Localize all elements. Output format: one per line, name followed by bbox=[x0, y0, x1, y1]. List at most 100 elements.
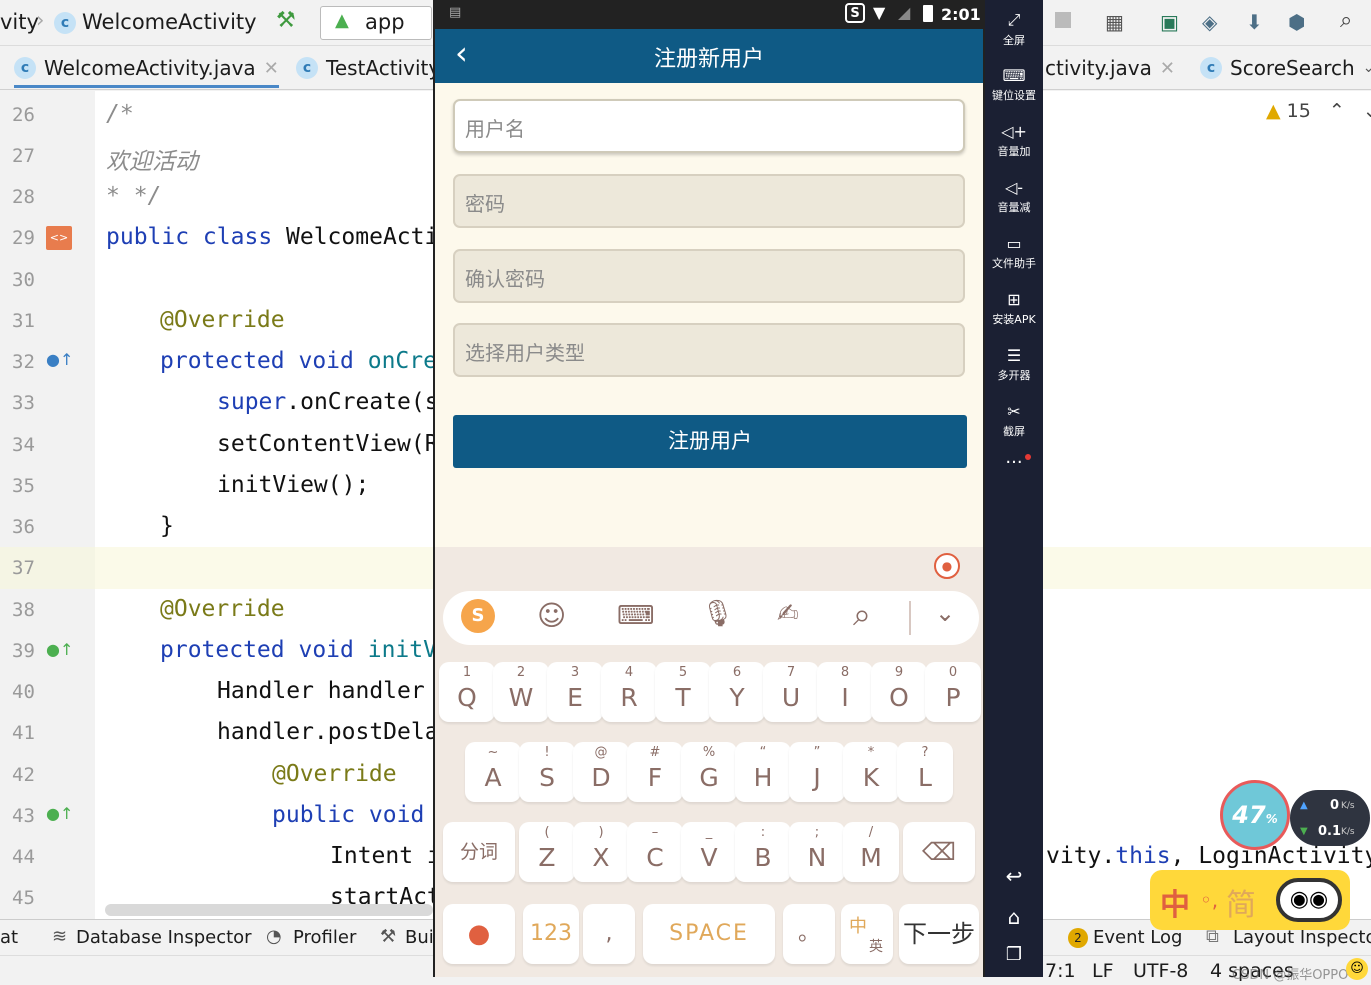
search-icon[interactable]: ⌕ bbox=[1340, 8, 1352, 33]
device-manager-icon[interactable]: ▣ bbox=[1160, 10, 1179, 34]
space-key[interactable]: SPACE bbox=[643, 904, 775, 964]
key-g[interactable]: % G bbox=[681, 742, 737, 802]
layout-inspector-button[interactable]: Layout Inspector bbox=[1233, 927, 1371, 948]
side-keymap-button[interactable]: ⌨ 键位设置 bbox=[985, 66, 1043, 103]
override-up-icon[interactable]: ●↑ bbox=[46, 640, 73, 659]
ime-simplified[interactable]: 简 bbox=[1226, 880, 1256, 924]
skin-mascot-icon[interactable]: ● bbox=[934, 553, 960, 579]
side-fullscreen-button[interactable]: ⤢ 全屏 bbox=[985, 10, 1043, 48]
side-volume-down-button[interactable]: ◁- 音量减 bbox=[985, 178, 1043, 215]
side-file-helper-button[interactable]: ▭ 文件助手 bbox=[985, 234, 1043, 271]
stop-icon[interactable] bbox=[1055, 12, 1071, 28]
cursor-position[interactable]: 7:1 bbox=[1045, 960, 1076, 982]
search-icon[interactable]: ⌕ bbox=[853, 595, 871, 634]
run-config-select[interactable]: ▲ app bbox=[320, 6, 432, 40]
key-c[interactable]: – C bbox=[627, 822, 683, 882]
comma-key[interactable]: , bbox=[583, 904, 635, 964]
collapse-keyboard-icon[interactable]: ⌄ bbox=[935, 599, 955, 627]
lang-switch-key[interactable]: 中 英 bbox=[841, 904, 893, 964]
chevron-down-icon[interactable]: ⌄ bbox=[1363, 60, 1371, 76]
warning-indicator[interactable]: ▲ 15 ⌃ ⌄ bbox=[1266, 100, 1371, 122]
sdk-manager-icon[interactable]: ⬇ bbox=[1246, 10, 1263, 34]
key-n[interactable]: ; N bbox=[789, 822, 845, 882]
delete-key-icon[interactable]: ⌫ bbox=[903, 822, 975, 882]
key-d[interactable]: @ D bbox=[573, 742, 629, 802]
key-r[interactable]: 4R bbox=[601, 662, 657, 722]
database-inspector-button[interactable]: Database Inspector bbox=[76, 927, 252, 948]
key-q[interactable]: 1Q bbox=[439, 662, 495, 722]
override-up-icon[interactable]: ●↑ bbox=[46, 350, 73, 369]
key-w[interactable]: 2W bbox=[493, 662, 549, 722]
side-more-button[interactable]: ··· bbox=[985, 452, 1043, 473]
key-y[interactable]: 6Y bbox=[709, 662, 765, 722]
key-p[interactable]: 0P bbox=[925, 662, 981, 722]
key-h[interactable]: “H bbox=[735, 742, 791, 802]
android-home-button[interactable]: ⌂ bbox=[985, 905, 1043, 929]
handwriting-icon[interactable]: ✍ bbox=[777, 599, 799, 629]
key-u[interactable]: 7U bbox=[763, 662, 819, 722]
key-v[interactable]: _ V bbox=[681, 822, 737, 882]
key-f[interactable]: # F bbox=[627, 742, 683, 802]
profiler-icon[interactable]: ◈ bbox=[1202, 10, 1217, 34]
tab-test-activity[interactable]: c TestActivity bbox=[296, 56, 440, 80]
tab-score-search[interactable]: c ScoreSearch ⌄ bbox=[1200, 56, 1371, 80]
segment-key[interactable]: 分词 bbox=[443, 822, 515, 882]
period-key[interactable]: 。 bbox=[783, 904, 835, 964]
key-l[interactable]: ? L bbox=[897, 742, 953, 802]
username-input[interactable]: 用户名 bbox=[453, 99, 965, 153]
ime-zh[interactable]: 中 bbox=[1160, 880, 1190, 924]
horizontal-scrollbar[interactable] bbox=[105, 904, 433, 916]
key-t[interactable]: 5T bbox=[655, 662, 711, 722]
next-key[interactable]: 下一步 bbox=[899, 904, 979, 964]
android-recents-button[interactable]: ❐ bbox=[985, 944, 1043, 965]
line-separator[interactable]: LF bbox=[1092, 960, 1114, 982]
key-z[interactable]: (Z bbox=[519, 822, 575, 882]
key-k[interactable]: * K bbox=[843, 742, 899, 802]
side-multi-open-button[interactable]: ☰ 多开器 bbox=[985, 346, 1043, 383]
hammer-icon[interactable]: ⚒ bbox=[276, 8, 296, 33]
tab-welcome-activity[interactable]: c WelcomeActivity.java ✕ bbox=[14, 56, 279, 88]
override-up-icon[interactable]: ●↑ bbox=[46, 804, 73, 823]
avd-manager-icon[interactable]: ⬢ bbox=[1288, 10, 1305, 34]
ime-floating-bar[interactable]: 中 ◦, 简 ◉◉ bbox=[1150, 870, 1350, 930]
emoji-icon[interactable]: ☺ bbox=[537, 599, 566, 632]
key-m[interactable]: / M bbox=[843, 822, 899, 882]
side-screenshot-button[interactable]: ✂ 截屏 bbox=[985, 402, 1043, 439]
project-structure-icon[interactable]: ▦ bbox=[1105, 10, 1124, 34]
chevron-up-icon[interactable]: ⌃ bbox=[1329, 100, 1345, 122]
chevron-down-icon[interactable]: ⌄ bbox=[1363, 100, 1371, 122]
microphone-icon[interactable]: 🎙 bbox=[701, 599, 734, 629]
network-speed-widget[interactable]: 47% ▲ 0 K/s ▼ 0.1 K/s bbox=[1220, 780, 1370, 850]
key-j[interactable]: ” J bbox=[789, 742, 845, 802]
build-button[interactable]: Bui bbox=[405, 927, 434, 948]
tool-cut-label[interactable]: at bbox=[0, 927, 18, 948]
layout-file-icon[interactable]: <> bbox=[46, 226, 72, 250]
user-type-select[interactable]: 选择用户类型 bbox=[453, 323, 965, 377]
key-a[interactable]: ~ A bbox=[465, 742, 521, 802]
side-volume-up-button[interactable]: ◁+ 音量加 bbox=[985, 122, 1043, 159]
side-install-apk-button[interactable]: ⊞ 安装APK bbox=[985, 290, 1043, 327]
key-s[interactable]: ! S bbox=[519, 742, 575, 802]
password-input[interactable]: 密码 bbox=[453, 174, 965, 228]
event-log-button[interactable]: Event Log bbox=[1093, 927, 1182, 948]
ime-punct[interactable]: ◦, bbox=[1200, 888, 1218, 912]
mascot-key-icon[interactable]: ● bbox=[443, 904, 515, 964]
key-o[interactable]: 9O bbox=[871, 662, 927, 722]
keyboard-icon[interactable]: ⌨ bbox=[617, 601, 655, 631]
android-back-button[interactable]: ↩ bbox=[985, 864, 1043, 888]
key-x[interactable]: ) X bbox=[573, 822, 629, 882]
breadcrumb-current[interactable]: WelcomeActivity bbox=[82, 10, 257, 34]
breadcrumb-prefix[interactable]: vity bbox=[0, 10, 39, 34]
key-i[interactable]: 8I bbox=[817, 662, 873, 722]
sogou-logo-icon[interactable]: S bbox=[461, 599, 495, 633]
confirm-password-input[interactable]: 确认密码 bbox=[453, 249, 965, 303]
profiler-button[interactable]: Profiler bbox=[293, 927, 356, 948]
key-b[interactable]: :B bbox=[735, 822, 791, 882]
close-icon[interactable]: ✕ bbox=[1160, 58, 1175, 79]
close-icon[interactable]: ✕ bbox=[264, 58, 279, 79]
register-button[interactable]: 注册用户 bbox=[453, 415, 967, 468]
number-key[interactable]: 123 bbox=[523, 904, 579, 964]
tab-login-activity[interactable]: ctivity.java ✕ bbox=[1045, 56, 1175, 80]
key-e[interactable]: 3E bbox=[547, 662, 603, 722]
file-encoding[interactable]: UTF-8 bbox=[1133, 960, 1188, 982]
